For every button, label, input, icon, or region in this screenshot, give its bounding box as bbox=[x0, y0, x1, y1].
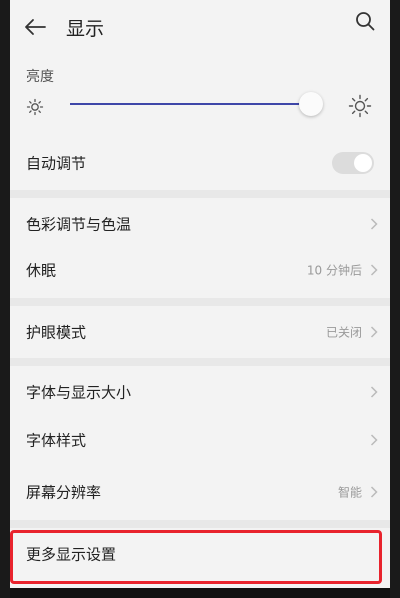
brightness-slider-track[interactable] bbox=[70, 103, 311, 105]
chevron-right-icon bbox=[370, 218, 378, 230]
brightness-slider-thumb[interactable] bbox=[299, 92, 323, 116]
screen-resolution-label: 屏幕分辨率 bbox=[26, 483, 102, 502]
font-display-size-label: 字体与显示大小 bbox=[26, 383, 132, 402]
chevron-right-icon bbox=[370, 386, 378, 398]
auto-adjust-row[interactable]: 自动调节 bbox=[10, 139, 390, 187]
section-divider bbox=[10, 190, 390, 198]
auto-adjust-toggle[interactable] bbox=[332, 152, 374, 174]
search-button[interactable] bbox=[352, 8, 378, 34]
color-temperature-label: 色彩调节与色温 bbox=[26, 215, 132, 234]
color-temperature-row[interactable]: 色彩调节与色温 bbox=[10, 200, 390, 248]
more-display-settings-label: 更多显示设置 bbox=[26, 545, 117, 564]
screen-resolution-value: 智能 bbox=[337, 485, 362, 500]
sleep-value: 10 分钟后 bbox=[306, 263, 362, 278]
bottom-nav-bar bbox=[10, 588, 390, 598]
screen-resolution-row[interactable]: 屏幕分辨率 智能 bbox=[10, 468, 390, 516]
sun-small-icon bbox=[26, 98, 44, 116]
chevron-right-icon bbox=[370, 486, 378, 498]
eye-comfort-row[interactable]: 护眼模式 已关闭 bbox=[10, 308, 390, 356]
top-bar: 显示 bbox=[10, 0, 390, 56]
toggle-knob bbox=[354, 154, 372, 172]
section-divider bbox=[10, 298, 390, 306]
back-button[interactable] bbox=[22, 14, 48, 40]
more-display-settings-row[interactable]: 更多显示设置 bbox=[10, 530, 390, 578]
sleep-label: 休眠 bbox=[26, 261, 57, 280]
brightness-slider-row bbox=[10, 90, 390, 124]
page-title: 显示 bbox=[66, 18, 105, 40]
chevron-right-icon bbox=[370, 264, 378, 276]
font-display-size-row[interactable]: 字体与显示大小 bbox=[10, 368, 390, 416]
settings-screen: 显示 亮度 自动调节 色彩调节与色温 休眠 10 分钟后 护眼模式 已关闭 字体… bbox=[10, 0, 390, 598]
font-style-row[interactable]: 字体样式 bbox=[10, 416, 390, 464]
search-icon bbox=[356, 12, 375, 31]
font-style-label: 字体样式 bbox=[26, 431, 87, 450]
eye-comfort-label: 护眼模式 bbox=[26, 323, 87, 342]
auto-adjust-label: 自动调节 bbox=[26, 154, 87, 173]
arrow-left-icon bbox=[25, 19, 46, 35]
chevron-right-icon bbox=[370, 326, 378, 338]
brightness-label: 亮度 bbox=[26, 69, 54, 85]
eye-comfort-value: 已关闭 bbox=[325, 325, 362, 340]
sleep-row[interactable]: 休眠 10 分钟后 bbox=[10, 246, 390, 294]
section-divider bbox=[10, 520, 390, 528]
section-divider bbox=[10, 358, 390, 366]
chevron-right-icon bbox=[370, 434, 378, 446]
sun-large-icon bbox=[348, 94, 372, 118]
